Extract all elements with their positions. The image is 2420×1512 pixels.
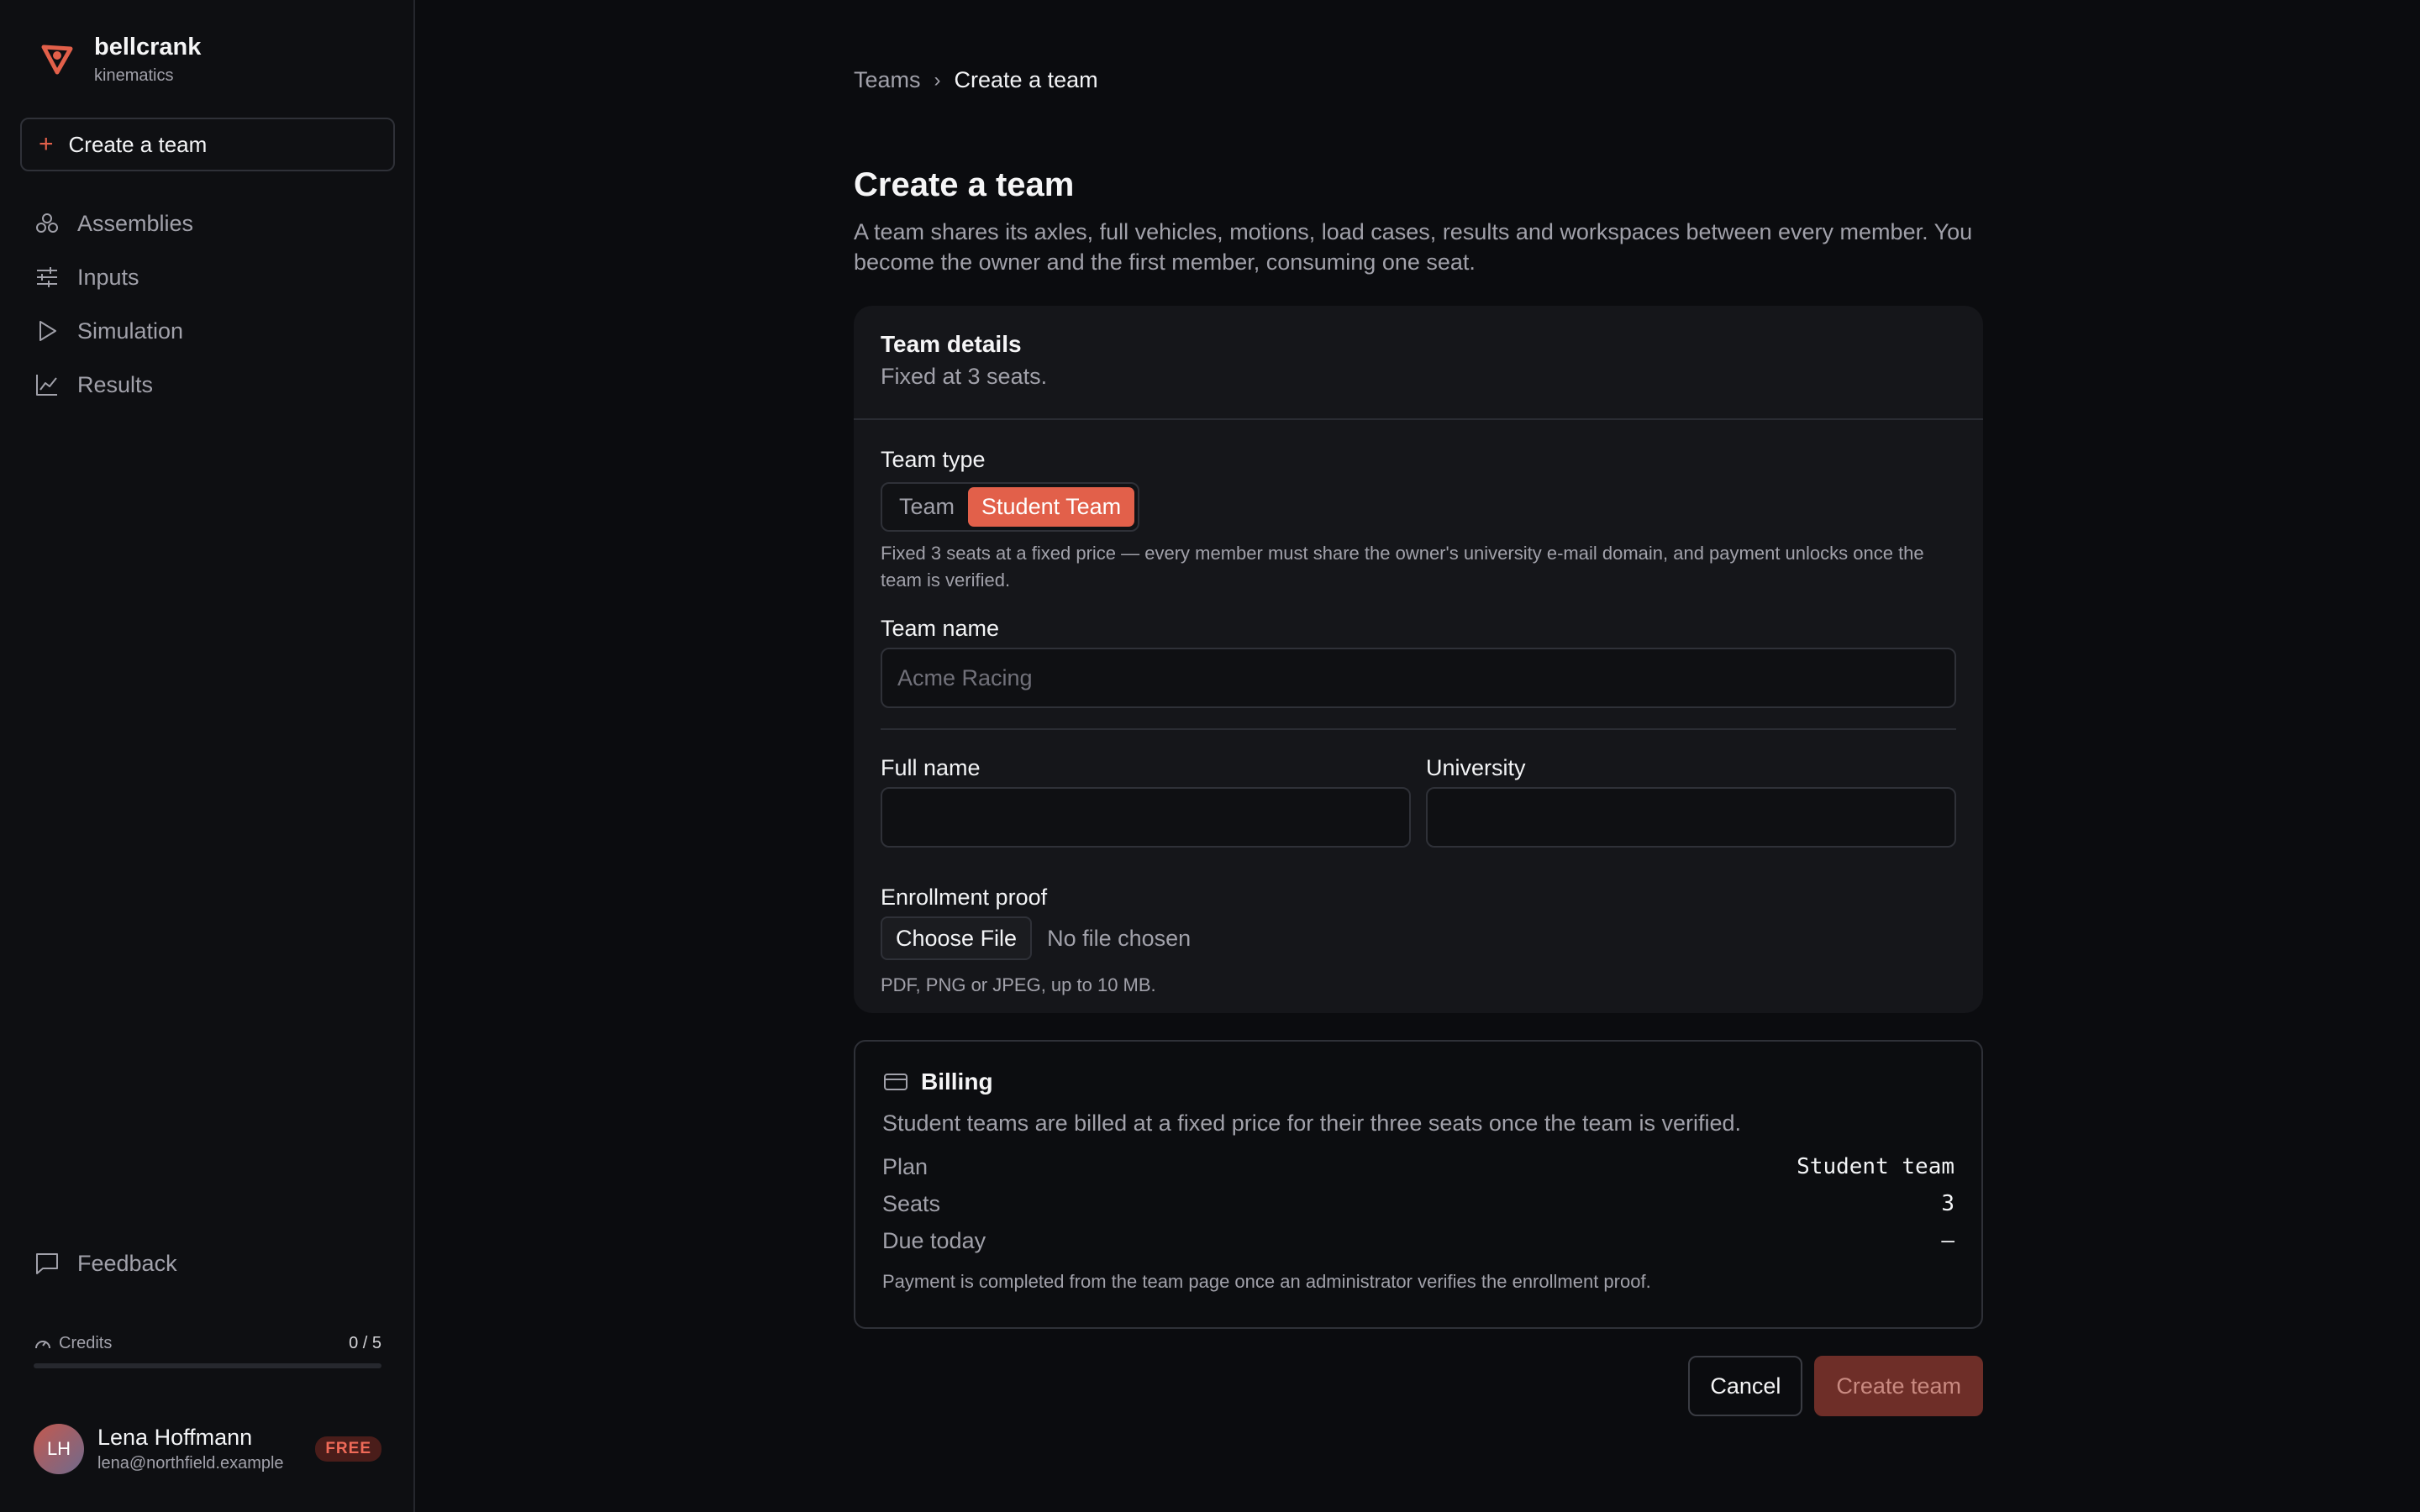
credits-row: Credits 0 / 5: [34, 1334, 381, 1353]
sidebar-item-results[interactable]: Results: [20, 358, 395, 412]
gauge-icon: [35, 1340, 50, 1348]
play-icon: [39, 321, 56, 341]
sidebar-item-simulation[interactable]: Simulation: [20, 304, 395, 358]
credit-card-icon: [884, 1074, 908, 1090]
billing-key: Plan: [882, 1153, 929, 1179]
sidebar-item-label: Inputs: [77, 264, 139, 290]
sidebar-item-assemblies[interactable]: Assemblies: [20, 197, 395, 250]
user-email: lena@northfield.example: [97, 1454, 284, 1473]
credits-meter: Credits 0 / 5: [34, 1334, 381, 1368]
full-name-label: Full name: [881, 755, 981, 780]
team-name-field-group: Team name Acme Racing: [881, 614, 1956, 708]
team-details-card: Team details Fixed at 3 seats. Team type…: [854, 306, 1983, 1013]
brand[interactable]: bellcrank kinematics: [37, 32, 201, 87]
sidebar-item-inputs[interactable]: Inputs: [20, 250, 395, 304]
billing-value: —: [1941, 1228, 1954, 1253]
sidebar-item-label: Simulation: [77, 318, 184, 344]
team-name-input[interactable]: Acme Racing: [881, 648, 1956, 708]
full-name-field-group: Full name: [881, 753, 1411, 848]
brand-name: bellcrank: [94, 34, 202, 60]
billing-value: 3: [1941, 1191, 1954, 1216]
user-profile[interactable]: LH Lena Hoffmann lena@northfield.example…: [34, 1423, 381, 1475]
team-details-title: Team details: [881, 331, 1022, 357]
credits-progress-bar: [34, 1363, 381, 1368]
file-hint: PDF, PNG or JPEG, up to 10 MB.: [881, 974, 1156, 995]
create-team-label: Create a team: [68, 131, 208, 157]
billing-note: Payment is completed from the team page …: [882, 1271, 1651, 1292]
credits-value: 0 / 5: [349, 1334, 381, 1352]
feedback-link[interactable]: Feedback: [34, 1250, 177, 1277]
divider: [881, 728, 1956, 730]
team-type-option-student[interactable]: Student Team: [968, 487, 1135, 527]
billing-card: Billing Student teams are billed at a fi…: [854, 1040, 1983, 1329]
university-field-group: University: [1426, 753, 1956, 848]
billing-title: Billing: [921, 1068, 993, 1095]
student-fields-row: Full name University: [881, 753, 1956, 848]
billing-description: Student teams are billed at a fixed pric…: [882, 1110, 1742, 1136]
billing-row-plan: Plan Student team: [882, 1148, 1954, 1185]
team-type-toggle: Team Student Team: [881, 482, 1140, 532]
team-details-subtitle: Fixed at 3 seats.: [881, 364, 1048, 389]
billing-value: Student team: [1797, 1154, 1954, 1179]
team-type-option-team[interactable]: Team: [886, 487, 968, 527]
file-status: No file chosen: [1047, 925, 1192, 951]
user-name: Lena Hoffmann: [97, 1425, 253, 1450]
create-team-submit-button[interactable]: Create team: [1814, 1356, 1983, 1416]
credits-label: Credits: [59, 1334, 113, 1352]
full-name-input[interactable]: [881, 787, 1411, 848]
cancel-button[interactable]: Cancel: [1688, 1356, 1803, 1416]
sidebar-item-label: Results: [77, 371, 154, 397]
sidebar: bellcrank kinematics + Create a team Ass…: [0, 0, 415, 1512]
university-input[interactable]: [1426, 787, 1956, 848]
breadcrumb-teams-link[interactable]: Teams: [854, 67, 921, 93]
sidebar-item-label: Assemblies: [77, 210, 194, 236]
bellcrank-logo-icon: [41, 45, 73, 75]
breadcrumb-current: Create a team: [954, 67, 1098, 92]
brand-text: bellcrank kinematics: [94, 32, 201, 87]
chevron-right-icon: ›: [934, 68, 941, 92]
team-type-hint: Fixed 3 seats at a fixed price — every m…: [881, 543, 1924, 591]
plus-icon: +: [39, 130, 54, 158]
message-square-icon: [36, 1253, 58, 1274]
plan-badge: FREE: [315, 1436, 381, 1462]
choose-file-button[interactable]: Choose File: [881, 916, 1033, 960]
university-label: University: [1426, 755, 1526, 780]
billing-row-due-today: Due today —: [882, 1222, 1954, 1259]
enrollment-label: Enrollment proof: [881, 885, 1048, 910]
sidebar-nav: Assemblies Inputs Simulation Results: [20, 197, 395, 412]
app: bellcrank kinematics + Create a team Ass…: [0, 0, 2420, 1512]
feedback-label: Feedback: [77, 1250, 177, 1276]
user-info: Lena Hoffmann lena@northfield.example: [97, 1423, 315, 1475]
page-title: Create a team: [854, 166, 1075, 203]
brand-subtitle: kinematics: [94, 66, 174, 85]
team-details-body: Team type Team Student Team Fixed 3 seat…: [854, 420, 1983, 999]
file-input: Choose File No file chosen: [881, 916, 1956, 960]
chart-line-icon: [36, 375, 57, 396]
credits-label-group: Credits: [34, 1334, 112, 1353]
assemblies-icon: [36, 213, 58, 233]
team-name-label: Team name: [881, 616, 1000, 641]
billing-header: Billing: [882, 1068, 1954, 1095]
team-details-header: Team details Fixed at 3 seats.: [854, 306, 1983, 420]
billing-row-seats: Seats 3: [882, 1185, 1954, 1222]
sliders-icon: [37, 267, 57, 287]
team-type-label: Team type: [881, 447, 986, 472]
billing-key: Due today: [882, 1227, 986, 1253]
page-description: A team shares its axles, full vehicles, …: [854, 219, 1973, 275]
create-team-button[interactable]: + Create a team: [20, 118, 395, 171]
enrollment-field-group: Enrollment proof Choose File No file cho…: [881, 883, 1956, 999]
billing-summary: Plan Student team Seats 3 Due today —: [882, 1148, 1954, 1259]
avatar: LH: [34, 1424, 84, 1474]
form-actions: Cancel Create team: [1688, 1356, 1983, 1416]
breadcrumb: Teams › Create a team: [854, 67, 1098, 93]
billing-key: Seats: [882, 1190, 941, 1216]
